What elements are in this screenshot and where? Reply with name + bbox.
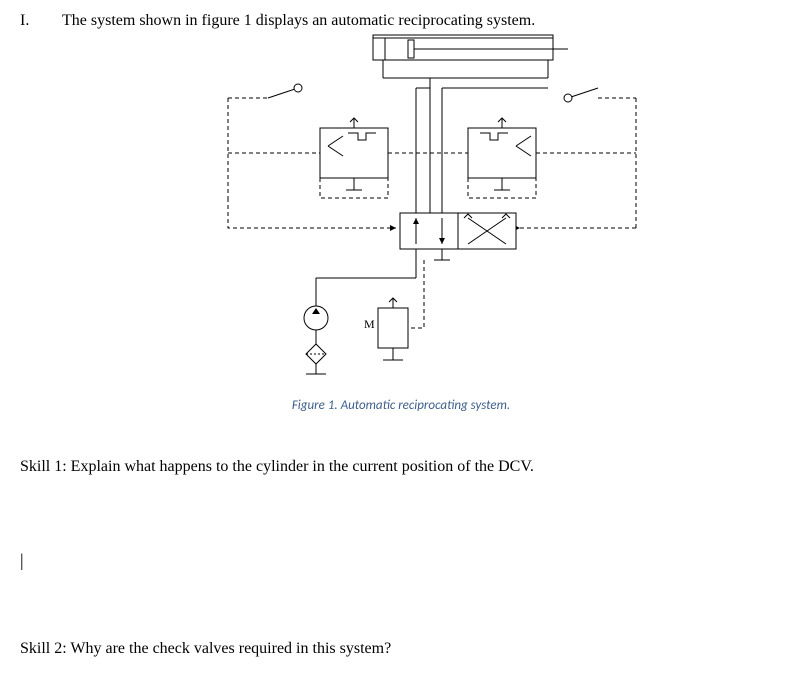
electric-motor: M: [364, 298, 408, 360]
figure-caption: Figure 1. Automatic reciprocating system…: [0, 398, 802, 413]
motor-label: M: [364, 317, 375, 331]
left-limit-roller-icon: [268, 84, 302, 98]
left-check-valve: [320, 118, 388, 190]
filter-icon: [306, 344, 326, 374]
pneumatic-circuit-diagram: M: [168, 28, 648, 388]
pump: [304, 306, 328, 344]
skill-1-prompt: Skill 1: Explain what happens to the cyl…: [20, 458, 782, 476]
double-acting-cylinder: [373, 35, 568, 60]
page-root: I. The system shown in figure 1 displays…: [0, 0, 802, 684]
heading-marker: I.: [20, 12, 44, 30]
directional-control-valve: [400, 203, 516, 260]
right-limit-roller-icon: [564, 88, 598, 102]
figure: M: [168, 28, 648, 388]
text-cursor-caret: |: [20, 550, 24, 571]
right-check-valve: [468, 118, 536, 190]
skill-2-prompt: Skill 2: Why are the check valves requir…: [20, 640, 782, 658]
